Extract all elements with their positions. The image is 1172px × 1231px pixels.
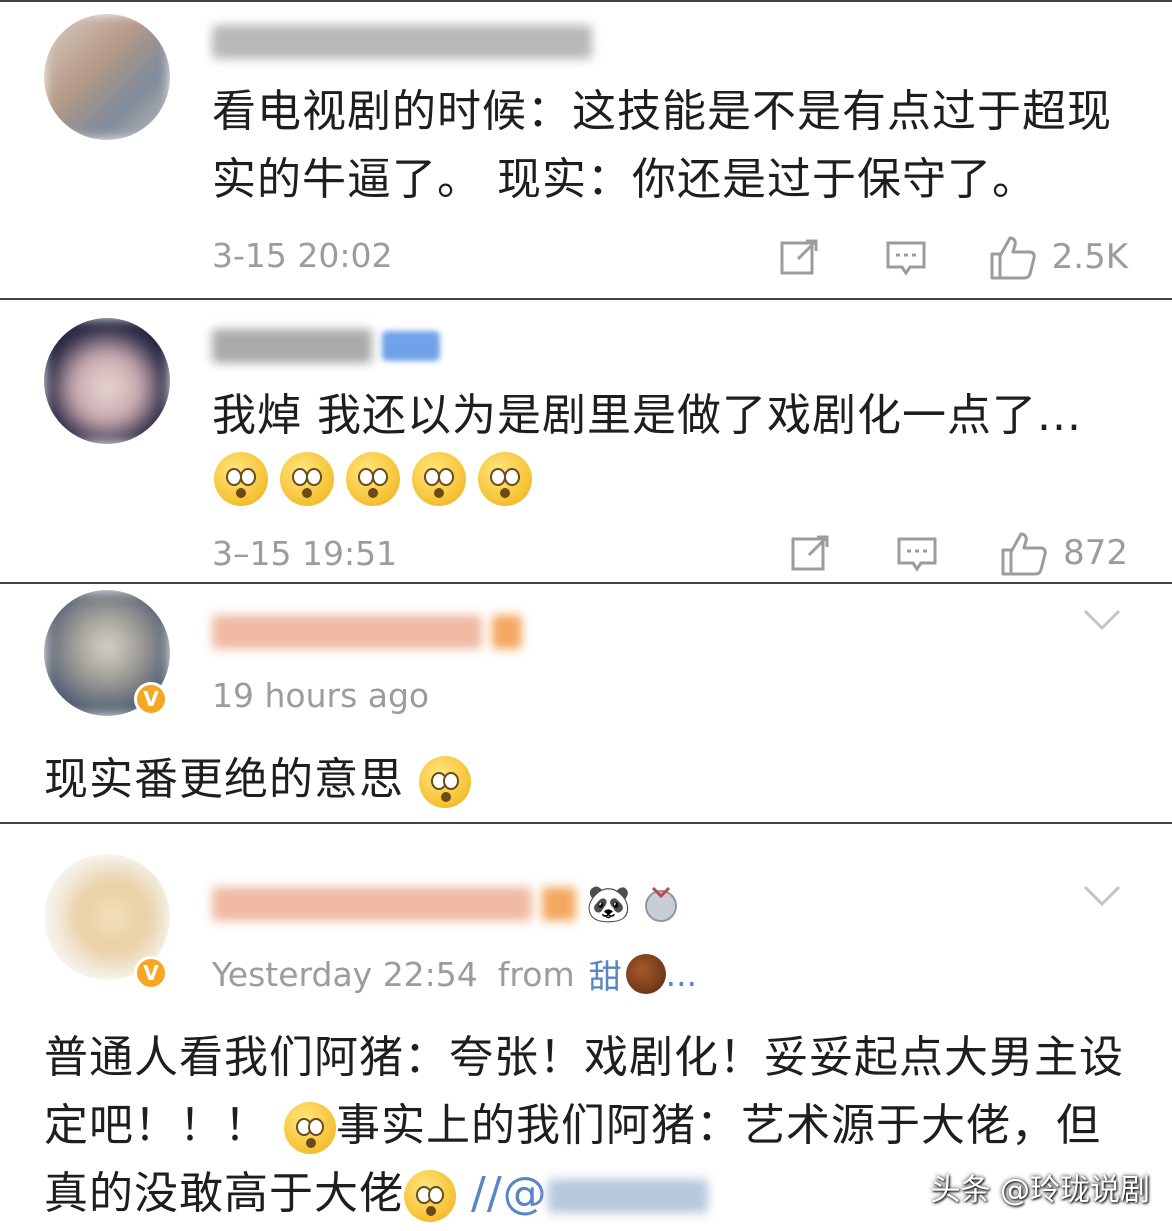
chevron-down-icon[interactable] bbox=[1082, 608, 1122, 632]
meta-line: Yesterday 22:54 from 甜 ... bbox=[212, 950, 697, 998]
like-button[interactable]: 2.5K bbox=[988, 232, 1128, 282]
surprised-emoji bbox=[284, 1102, 336, 1154]
like-icon bbox=[1001, 532, 1047, 576]
comment-icon bbox=[886, 241, 926, 276]
comment-text-body: 现实番更绝的意思 bbox=[44, 754, 404, 805]
avatar[interactable] bbox=[44, 14, 170, 140]
watermark: 头条 @玲珑说剧 bbox=[930, 1173, 1150, 1208]
repost-icon bbox=[780, 239, 818, 275]
comment-button[interactable] bbox=[895, 531, 939, 575]
from-label: from bbox=[497, 954, 575, 994]
mention-prefix: //@ bbox=[471, 1168, 548, 1219]
from-ellipsis: ... bbox=[665, 954, 698, 994]
like-count: 2.5K bbox=[1051, 237, 1128, 277]
chestnut-icon bbox=[625, 954, 666, 994]
verified-badge-icon: V bbox=[134, 956, 168, 990]
like-button[interactable]: 872 bbox=[999, 528, 1128, 578]
like-icon bbox=[990, 236, 1036, 280]
flushed-tearful-emoji bbox=[412, 452, 466, 506]
comment-card: 我焯 我还以为是剧里是做了戏剧化一点了... 3–15 19:51 872 bbox=[0, 300, 1172, 584]
comment-card: 看电视剧的时候：这技能是不是有点过于超现实的牛逼了。 现实：你还是过于保守了。 … bbox=[0, 0, 1172, 300]
chevron-down-icon[interactable] bbox=[1082, 884, 1122, 908]
repost-button[interactable] bbox=[789, 531, 833, 575]
comment-card: V 19 hours ago 现实番更绝的意思 bbox=[0, 584, 1172, 824]
timestamp: 3-15 20:02 bbox=[212, 236, 393, 275]
medal-icon bbox=[644, 886, 677, 922]
comment-text: 我焯 我还以为是剧里是做了戏剧化一点了... bbox=[212, 390, 1082, 441]
facepalm-laugh-emoji bbox=[419, 756, 471, 808]
username[interactable] bbox=[212, 20, 592, 64]
comment-text: 看电视剧的时候：这技能是不是有点过于超现实的牛逼了。 现实：你还是过于保守了。 bbox=[212, 86, 1112, 205]
verified-badge-icon: V bbox=[134, 682, 168, 716]
emoji-row bbox=[214, 452, 532, 506]
mention-username bbox=[547, 1179, 708, 1213]
from-source[interactable]: 甜 ... bbox=[589, 950, 697, 998]
like-count: 872 bbox=[1063, 533, 1128, 573]
repost-button[interactable] bbox=[778, 235, 822, 279]
timestamp: Yesterday 22:54 bbox=[212, 954, 478, 994]
username[interactable] bbox=[212, 324, 440, 368]
comment-text: 现实番更绝的意思 bbox=[44, 746, 1132, 814]
username[interactable] bbox=[212, 610, 522, 654]
flushed-emoji bbox=[404, 1170, 456, 1222]
comment-icon bbox=[897, 537, 937, 572]
username[interactable]: 🐼 bbox=[212, 882, 681, 926]
user-tag bbox=[382, 331, 440, 361]
flushed-tearful-emoji bbox=[280, 452, 334, 506]
from-source-text: 甜 bbox=[588, 957, 622, 996]
repost-icon bbox=[791, 535, 829, 571]
flushed-tearful-emoji bbox=[346, 452, 400, 506]
flushed-tearful-emoji bbox=[214, 452, 268, 506]
avatar[interactable] bbox=[44, 318, 170, 444]
mention-link[interactable]: //@ bbox=[471, 1168, 708, 1219]
flushed-tearful-emoji bbox=[478, 452, 532, 506]
comment-button[interactable] bbox=[884, 235, 928, 279]
panda-icon: 🐼 bbox=[586, 884, 631, 925]
timestamp: 19 hours ago bbox=[212, 676, 430, 715]
timestamp: 3–15 19:51 bbox=[212, 534, 398, 573]
